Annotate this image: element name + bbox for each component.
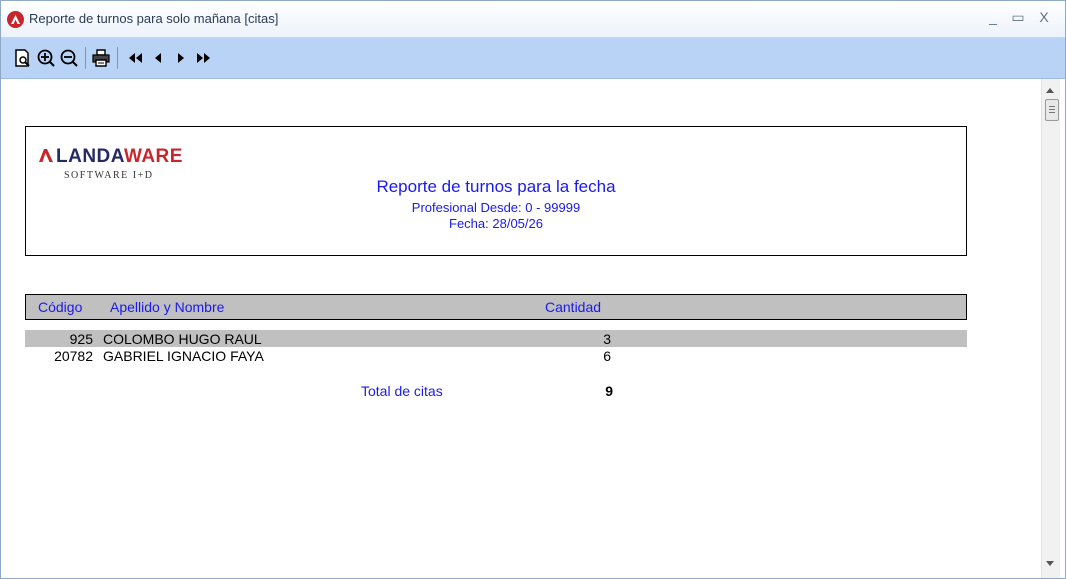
vertical-scrollbar[interactable] (1041, 79, 1060, 578)
print-icon (92, 49, 110, 67)
column-nombre: Apellido y Nombre (110, 299, 225, 315)
total-value: 9 (605, 383, 613, 399)
close-button[interactable]: X (1034, 7, 1054, 27)
window-title: Reporte de turnos para solo mañana [cita… (29, 11, 279, 26)
title-bar[interactable]: Reporte de turnos para solo mañana [cita… (1, 1, 1065, 38)
first-page-button[interactable] (124, 47, 146, 69)
table-row: 20782 GABRIEL IGNACIO FAYA 6 (25, 347, 967, 364)
toolbar (1, 38, 1065, 79)
zoom-in-button[interactable] (35, 47, 57, 69)
previous-page-button[interactable] (147, 47, 169, 69)
logo-prefix: L (56, 146, 69, 167)
last-page-icon (197, 53, 210, 63)
column-codigo: Código (38, 299, 83, 315)
page-preview-button[interactable] (12, 47, 34, 69)
logo-name-part-a: ANDA (68, 146, 124, 167)
thumb-grip (1049, 112, 1055, 113)
report-title: Reporte de turnos para la fecha (376, 177, 616, 196)
scroll-thumb[interactable] (1045, 99, 1059, 121)
report-header: ANDA LANDAWARE SOFTWARE I+D Reporte de t… (25, 126, 967, 256)
minimize-button[interactable]: _ (983, 7, 1003, 27)
total-label: Total de citas (361, 383, 443, 399)
maximize-button[interactable]: ▭ (1008, 7, 1028, 27)
report-window: Reporte de turnos para solo mañana [cita… (0, 0, 1066, 579)
toolbar-separator (85, 47, 86, 69)
scroll-up-arrow-icon[interactable] (1046, 88, 1054, 93)
zoom-out-icon (60, 49, 78, 67)
report-viewport[interactable]: ANDA LANDAWARE SOFTWARE I+D Reporte de t… (1, 79, 1041, 578)
toolbar-separator (117, 47, 118, 69)
next-page-button[interactable] (170, 47, 192, 69)
last-page-button[interactable] (193, 47, 215, 69)
table-header: Código Apellido y Nombre Cantidad (25, 294, 967, 320)
landaware-logo-mark-icon (39, 149, 53, 162)
profesional-range: Profesional Desde: 0 - 99999 (411, 200, 581, 215)
table-row: 925 COLOMBO HUGO RAUL 3 (25, 330, 967, 347)
report-date: Fecha: 28/05/26 (449, 216, 543, 231)
page-preview-icon (15, 49, 30, 67)
scroll-down-arrow-icon[interactable] (1046, 561, 1054, 566)
next-page-icon (178, 53, 184, 63)
app-icon (7, 11, 24, 28)
previous-page-icon (155, 53, 161, 63)
landaware-logo: ANDA LANDAWARE (56, 146, 183, 168)
row-cantidad: 3 (603, 331, 611, 347)
row-cantidad: 6 (603, 348, 611, 364)
column-cantidad: Cantidad (545, 299, 602, 315)
thumb-grip (1049, 106, 1055, 107)
logo-name-part-b: WARE (123, 146, 183, 167)
zoom-out-button[interactable] (58, 47, 80, 69)
zoom-in-icon (37, 49, 55, 67)
thumb-grip (1049, 109, 1055, 110)
first-page-icon (129, 53, 142, 63)
print-button[interactable] (90, 47, 112, 69)
